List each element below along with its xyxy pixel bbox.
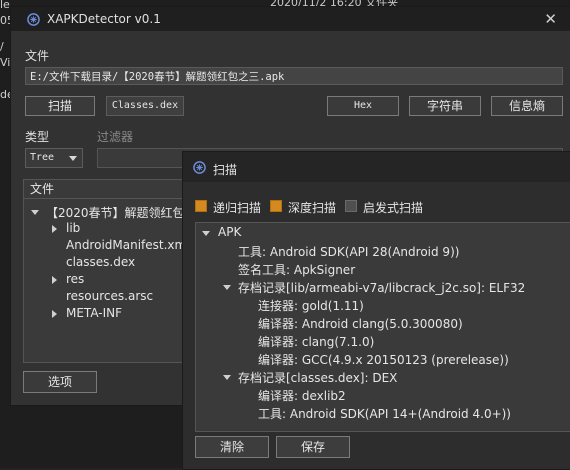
entropy-button[interactable]: 信息熵: [491, 96, 563, 116]
result-compiler[interactable]: 编译器: dexlib2: [258, 387, 346, 404]
scan-result-tree[interactable]: APK 工具: Android SDK(API 28(Android 9)) 签…: [195, 222, 570, 432]
result-signer[interactable]: 签名工具: ApkSigner: [238, 261, 355, 278]
result-compiler[interactable]: 编译器: clang(7.1.0): [258, 333, 374, 350]
close-icon[interactable]: ✕: [544, 10, 557, 28]
app-icon: [27, 13, 40, 26]
deep-scan-label[interactable]: 深度扫描: [288, 199, 336, 216]
tree-item-classes[interactable]: classes.dex: [66, 255, 135, 269]
result-archive-so[interactable]: 存档记录[lib/armeabi-v7a/libcrack_j2c.so]: E…: [238, 279, 525, 296]
expand-arrow-icon[interactable]: [31, 210, 39, 215]
result-compiler[interactable]: 编译器: Android clang(5.0.300080): [258, 315, 463, 332]
result-tool[interactable]: 工具: Android SDK(API 28(Android 9)): [238, 243, 459, 260]
type-label: 类型: [25, 130, 50, 144]
result-compiler[interactable]: 编译器: GCC(4.9.x 20150123 (prerelease)): [258, 351, 509, 368]
tree-item-meta-inf[interactable]: META-INF: [66, 306, 122, 320]
deep-scan-checkbox[interactable]: [270, 200, 282, 212]
type-select[interactable]: Tree: [25, 148, 83, 168]
save-button[interactable]: 保存: [276, 436, 350, 458]
result-archive-dex[interactable]: 存档记录[classes.dex]: DEX: [238, 369, 397, 386]
result-tool[interactable]: 工具: Android SDK(API 14+(Android 4.0+)): [258, 405, 511, 422]
window-title: XAPKDetector v0.1: [47, 12, 161, 26]
result-apk[interactable]: APK: [218, 225, 241, 239]
options-button[interactable]: 选项: [23, 371, 97, 393]
scan-dialog: 扫描 递归扫描 深度扫描 启发式扫描 APK 工具: Android SDK(A…: [182, 151, 570, 470]
file-path-field[interactable]: E:/文件下载目录/【2020春节】解题领红包之三.apk: [25, 67, 563, 85]
file-label: 文件: [25, 49, 50, 63]
heuristic-scan-label[interactable]: 启发式扫描: [363, 199, 423, 216]
collapse-arrow-icon[interactable]: [52, 225, 57, 233]
tree-item-resources[interactable]: resources.arsc: [66, 289, 153, 303]
tree-item-lib[interactable]: lib: [66, 221, 80, 235]
expand-arrow-icon[interactable]: [223, 375, 231, 380]
tree-item-res[interactable]: res: [66, 272, 84, 286]
scan-button[interactable]: 扫描: [25, 96, 95, 116]
hex-button[interactable]: Hex: [327, 96, 399, 116]
tree-item-manifest[interactable]: AndroidManifest.xml: [66, 238, 190, 252]
result-linker[interactable]: 连接器: gold(1.11): [258, 297, 364, 314]
recursive-scan-label[interactable]: 递归扫描: [213, 199, 261, 216]
strings-button[interactable]: 字符串: [409, 96, 481, 116]
type-select-value: Tree: [30, 152, 55, 163]
collapse-arrow-icon[interactable]: [52, 310, 57, 318]
chevron-down-icon: [69, 156, 77, 161]
recursive-scan-checkbox[interactable]: [195, 200, 207, 212]
dialog-title: 扫描: [213, 163, 238, 177]
dialog-titlebar[interactable]: 扫描: [183, 152, 570, 182]
app-icon: [193, 161, 206, 174]
main-titlebar[interactable]: XAPKDetector v0.1 ✕: [11, 7, 570, 31]
filter-label: 过滤器: [97, 130, 134, 144]
heuristic-scan-checkbox[interactable]: [345, 200, 357, 212]
clear-button[interactable]: 清除: [195, 436, 269, 458]
collapse-arrow-icon[interactable]: [52, 276, 57, 284]
classes-dex-button[interactable]: Classes.dex: [106, 96, 184, 116]
expand-arrow-icon[interactable]: [223, 285, 231, 290]
expand-arrow-icon[interactable]: [202, 231, 210, 236]
